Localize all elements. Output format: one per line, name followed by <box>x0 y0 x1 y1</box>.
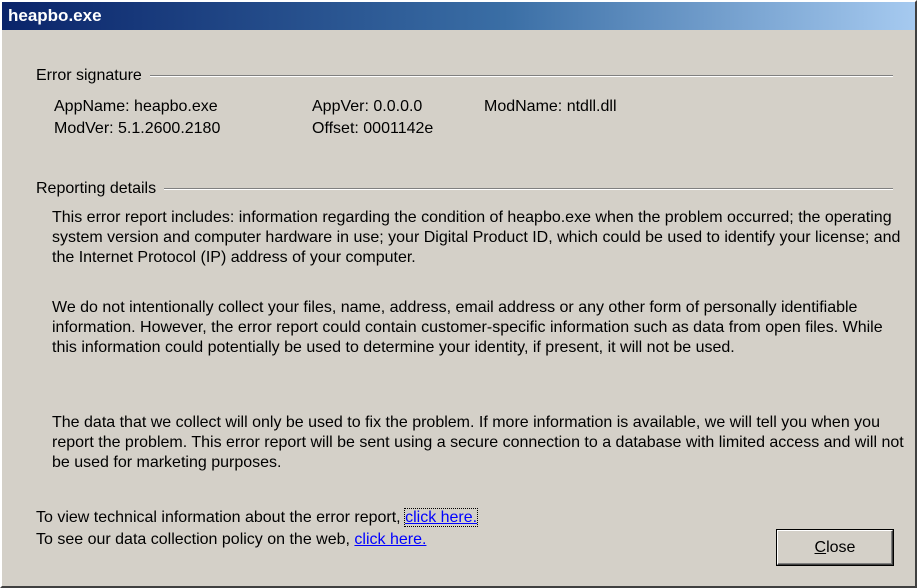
offset-value: Offset: 0001142e <box>312 120 434 137</box>
mod-name-value: ModName: ntdll.dll <box>484 98 617 115</box>
title-bar[interactable]: heapbo.exe <box>2 2 915 30</box>
close-button[interactable]: Close <box>777 530 893 565</box>
technical-info-text: To view technical information about the … <box>36 509 406 526</box>
close-button-label: lose <box>826 538 856 556</box>
privacy-paragraph: We do not intentionally collect your fil… <box>52 299 883 356</box>
reporting-details-group: Reporting details <box>36 179 893 199</box>
policy-line: To see our data collection policy on the… <box>36 530 426 550</box>
policy-link[interactable]: click here. <box>354 531 426 548</box>
error-report-dialog: heapbo.exe Error signature AppName: heap… <box>0 0 917 588</box>
data-use-paragraph: The data that we collect will only be us… <box>52 414 904 471</box>
error-signature-group: Error signature <box>36 66 893 86</box>
app-name-value: AppName: heapbo.exe <box>54 98 218 115</box>
report-contents-paragraph: This error report includes: information … <box>52 209 901 266</box>
window-title: heapbo.exe <box>8 6 102 25</box>
error-signature-heading: Error signature <box>36 67 142 84</box>
group-divider <box>149 75 893 77</box>
mod-ver-value: ModVer: 5.1.2600.2180 <box>54 120 221 137</box>
policy-text: To see our data collection policy on the… <box>36 531 355 548</box>
technical-info-line: To view technical information about the … <box>36 508 479 528</box>
close-button-accelerator: C <box>814 538 827 556</box>
app-ver-value: AppVer: 0.0.0.0 <box>312 98 423 115</box>
technical-info-link[interactable]: click here. <box>404 508 479 527</box>
group-divider <box>164 188 893 190</box>
reporting-details-heading: Reporting details <box>36 180 157 197</box>
